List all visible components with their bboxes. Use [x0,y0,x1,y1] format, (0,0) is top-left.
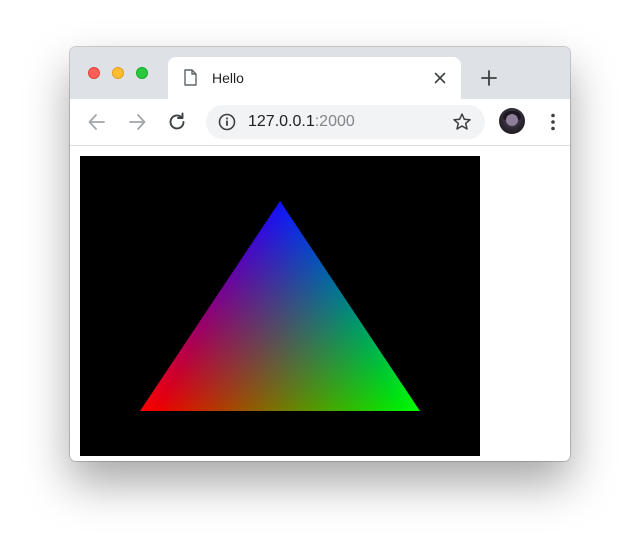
url-port: :2000 [314,113,355,130]
info-icon[interactable] [218,113,236,131]
address-bar[interactable]: 127.0.0.1:2000 [206,105,485,139]
url-text[interactable]: 127.0.0.1:2000 [248,113,355,131]
tab-hello[interactable]: Hello [168,57,461,99]
tab-title: Hello [212,70,244,86]
url-host: 127.0.0.1 [248,113,315,130]
window-minimize-button[interactable] [112,67,124,79]
forward-arrow-icon[interactable] [126,111,148,133]
kebab-menu-icon[interactable] [545,112,561,132]
reload-icon[interactable] [166,111,188,133]
profile-avatar[interactable] [499,108,525,134]
close-icon[interactable] [432,70,448,86]
new-tab-plus-icon[interactable] [480,69,498,87]
toolbar: 127.0.0.1:2000 [70,99,570,146]
window-close-button[interactable] [88,67,100,79]
star-icon[interactable] [452,112,472,132]
back-arrow-icon[interactable] [86,111,108,133]
page-viewport [70,146,570,461]
window-maximize-button[interactable] [136,67,148,79]
title-bar: Hello [70,47,570,99]
browser-window: Hello 127.0.0.1:2000 [70,47,570,461]
document-icon [184,69,197,86]
webgl-canvas[interactable] [80,156,480,456]
avatar-face [506,114,518,126]
